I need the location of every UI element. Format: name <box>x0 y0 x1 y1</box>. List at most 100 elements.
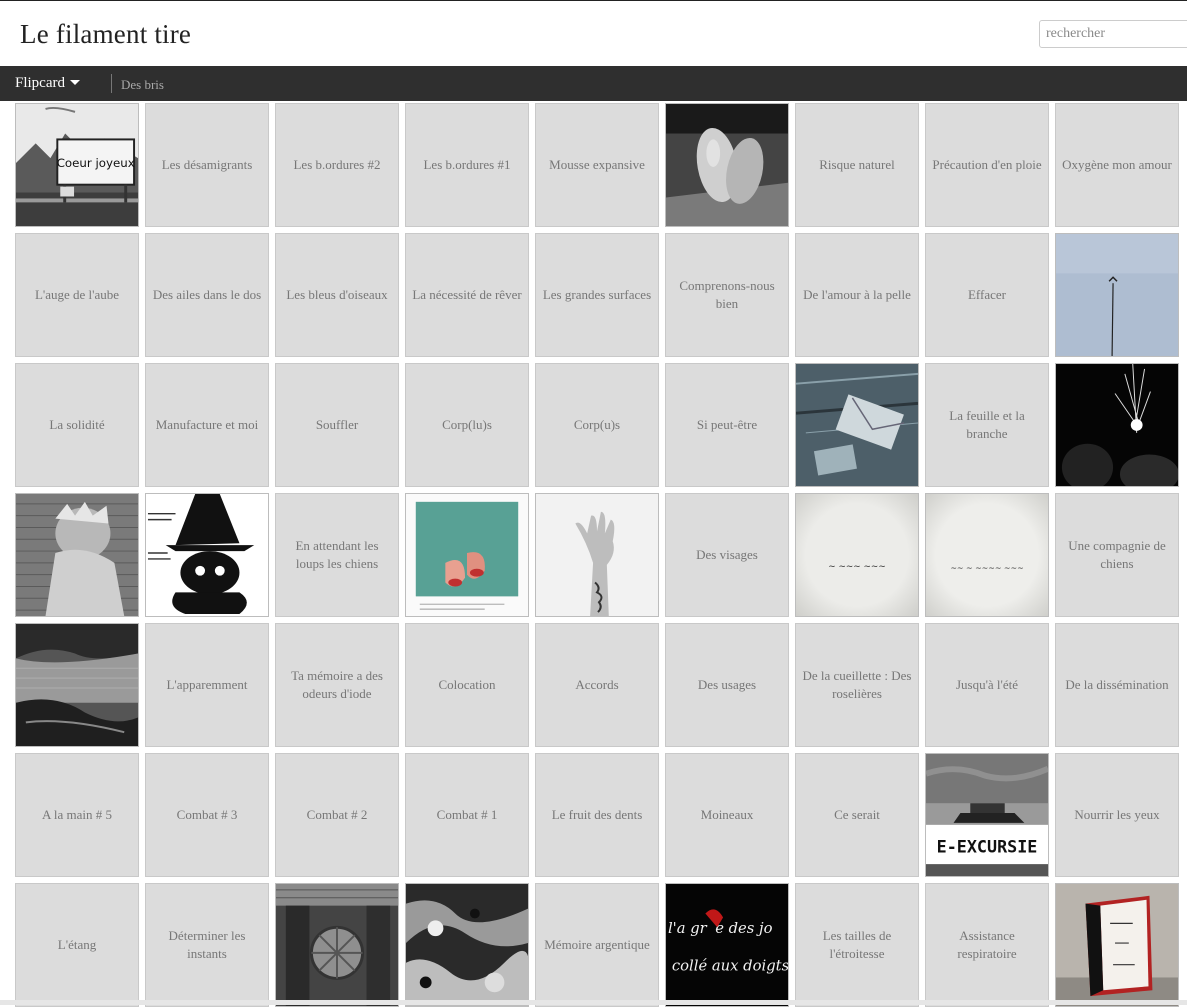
nav-divider <box>111 74 112 93</box>
flipcard-post[interactable]: Souffler <box>275 363 399 487</box>
post-title: Mémoire argentique <box>544 937 650 952</box>
flipcard-post[interactable]: Comprenons-nous bien <box>665 233 789 357</box>
sign-text: E-EXCURSIE <box>937 836 1038 856</box>
flipcard-post[interactable]: Colocation <box>405 623 529 747</box>
flipcard-post-thumbnail[interactable] <box>405 883 529 1007</box>
flipcard-post[interactable]: Combat # 2 <box>275 753 399 877</box>
flipcard-post[interactable]: Les bleus d'oiseaux <box>275 233 399 357</box>
flipcard-post[interactable]: Ta mémoire a des odeurs d'iode <box>275 623 399 747</box>
flipcard-post-thumbnail[interactable]: Coeur joyeux <box>15 103 139 227</box>
flipcard-post[interactable]: Mémoire argentique <box>535 883 659 1007</box>
flipcard-post[interactable]: Assistance respiratoire <box>925 883 1049 1007</box>
flipcard-post[interactable]: Les désamigrants <box>145 103 269 227</box>
post-title: Les désamigrants <box>161 157 253 172</box>
flipcard-post[interactable]: L'auge de l'aube <box>15 233 139 357</box>
flipcard-post-thumbnail[interactable] <box>405 493 529 617</box>
flipcard-post-thumbnail[interactable] <box>665 103 789 227</box>
flipcard-post[interactable]: Les tailles de l'étroitesse <box>795 883 919 1007</box>
flipcard-post-thumbnail[interactable] <box>795 363 919 487</box>
nav-link-des-bris[interactable]: Des bris <box>121 77 164 93</box>
flipcard-post-thumbnail[interactable] <box>275 883 399 1007</box>
post-title: Des visages <box>696 547 758 562</box>
navbar: Flipcard Des bris <box>0 66 1187 102</box>
flipcard-post[interactable]: Déterminer les instants <box>145 883 269 1007</box>
flipcard-post[interactable]: L'apparemment <box>145 623 269 747</box>
flipcard-post[interactable]: Le fruit des dents <box>535 753 659 877</box>
post-title: Colocation <box>438 677 496 692</box>
flipcard-post[interactable]: Accords <box>535 623 659 747</box>
blog-title[interactable]: Le filament tire <box>20 19 191 50</box>
svg-text:~ ~~~ ~~~: ~ ~~~ ~~~ <box>828 562 886 572</box>
flipcard-post[interactable]: Combat # 1 <box>405 753 529 877</box>
flipcard-post[interactable]: Corp(lu)s <box>405 363 529 487</box>
flipcard-post-thumbnail[interactable] <box>15 623 139 747</box>
post-title: Les bleus d'oiseaux <box>286 287 388 302</box>
flipcard-post[interactable]: Oxygène mon amour <box>1055 103 1179 227</box>
flipcard-post-thumbnail[interactable]: l'a gr e des jo collé aux doigts. <box>665 883 789 1007</box>
flipcard-post[interactable]: Des usages <box>665 623 789 747</box>
flipcard-post[interactable]: De la dissémination <box>1055 623 1179 747</box>
photo-handwriting-2-icon: ~~ ~ ~~~~ ~~~ <box>926 494 1048 616</box>
post-title: De la dissémination <box>1065 677 1169 692</box>
flipcard-post-thumbnail[interactable] <box>145 493 269 617</box>
post-title: L'auge de l'aube <box>34 287 120 302</box>
flipcard-post-thumbnail[interactable]: ~ ~~~ ~~~ <box>795 493 919 617</box>
photo-red-writing-icon: l'a gr e des jo collé aux doigts. <box>666 884 788 1006</box>
flipcard-post[interactable]: L'étang <box>15 883 139 1007</box>
search-input[interactable] <box>1039 20 1187 48</box>
flipcard-post-thumbnail[interactable] <box>1055 883 1179 1007</box>
flipcard-post[interactable]: Les grandes surfaces <box>535 233 659 357</box>
horizontal-scrollbar[interactable] <box>0 1000 1187 1005</box>
post-title: Souffler <box>315 417 359 432</box>
post-title: Combat # 2 <box>306 807 368 822</box>
post-title: Risque naturel <box>819 157 895 172</box>
flipcard-post-thumbnail[interactable] <box>1055 363 1179 487</box>
photo-sky-bird-icon <box>1056 234 1178 356</box>
photo-wood-wheel-icon <box>276 884 398 1006</box>
photo-fireworks-icon <box>1056 364 1178 486</box>
caret-down-icon <box>70 80 80 86</box>
flipcard-post[interactable]: Manufacture et moi <box>145 363 269 487</box>
flipcard-post-thumbnail[interactable] <box>535 493 659 617</box>
flipcard-post[interactable]: Précaution d'en ploie <box>925 103 1049 227</box>
flipcard-post[interactable]: Effacer <box>925 233 1049 357</box>
flipcard-post-thumbnail[interactable] <box>15 493 139 617</box>
flipcard-post-thumbnail[interactable]: E-EXCURSIE <box>925 753 1049 877</box>
flipcard-post[interactable]: Risque naturel <box>795 103 919 227</box>
post-title: La feuille et la branche <box>949 408 1025 441</box>
photo-envelope-icon <box>796 364 918 486</box>
flipcard-post[interactable]: Des ailes dans le dos <box>145 233 269 357</box>
post-title: Moineaux <box>700 807 754 822</box>
flipcard-post[interactable]: Si peut-être <box>665 363 789 487</box>
view-selector-dropdown[interactable]: Flipcard <box>15 75 80 92</box>
flipcard-post-thumbnail[interactable]: ~~ ~ ~~~~ ~~~ <box>925 493 1049 617</box>
flipcard-grid: Coeur joyeux Les désamigrants Les b.ordur… <box>0 101 1187 1007</box>
flipcard-post[interactable]: La feuille et la branche <box>925 363 1049 487</box>
flipcard-post[interactable]: En attendant les loups les chiens <box>275 493 399 617</box>
flipcard-post[interactable]: La solidité <box>15 363 139 487</box>
flipcard-post[interactable]: De la cueillette : Des roselières <box>795 623 919 747</box>
flipcard-post[interactable]: La nécessité de rêver <box>405 233 529 357</box>
photo-hand-icon <box>536 494 658 616</box>
post-title: Mousse expansive <box>549 157 645 172</box>
post-title: Corp(u)s <box>573 417 621 432</box>
flipcard-post[interactable]: Combat # 3 <box>145 753 269 877</box>
flipcard-post[interactable]: Mousse expansive <box>535 103 659 227</box>
flipcard-post[interactable]: Ce serait <box>795 753 919 877</box>
flipcard-post[interactable]: Une compagnie de chiens <box>1055 493 1179 617</box>
svg-text:l'a gr: l'a gr <box>668 920 708 937</box>
flipcard-post[interactable]: Nourrir les yeux <box>1055 753 1179 877</box>
flipcard-post[interactable]: Les b.ordures #1 <box>405 103 529 227</box>
flipcard-post-thumbnail[interactable] <box>1055 233 1179 357</box>
post-title: Effacer <box>967 287 1006 302</box>
flipcard-post[interactable]: Les b.ordures #2 <box>275 103 399 227</box>
flipcard-post[interactable]: Moineaux <box>665 753 789 877</box>
flipcard-post[interactable]: Corp(u)s <box>535 363 659 487</box>
post-title: Comprenons-nous bien <box>679 278 775 311</box>
flipcard-post[interactable]: Des visages <box>665 493 789 617</box>
flipcard-post[interactable]: A la main # 5 <box>15 753 139 877</box>
post-title: De la cueillette : Des roselières <box>802 668 912 701</box>
flipcard-post[interactable]: Jusqu'à l'été <box>925 623 1049 747</box>
flipcard-post[interactable]: De l'amour à la pelle <box>795 233 919 357</box>
photo-potatoes-icon <box>666 104 788 226</box>
